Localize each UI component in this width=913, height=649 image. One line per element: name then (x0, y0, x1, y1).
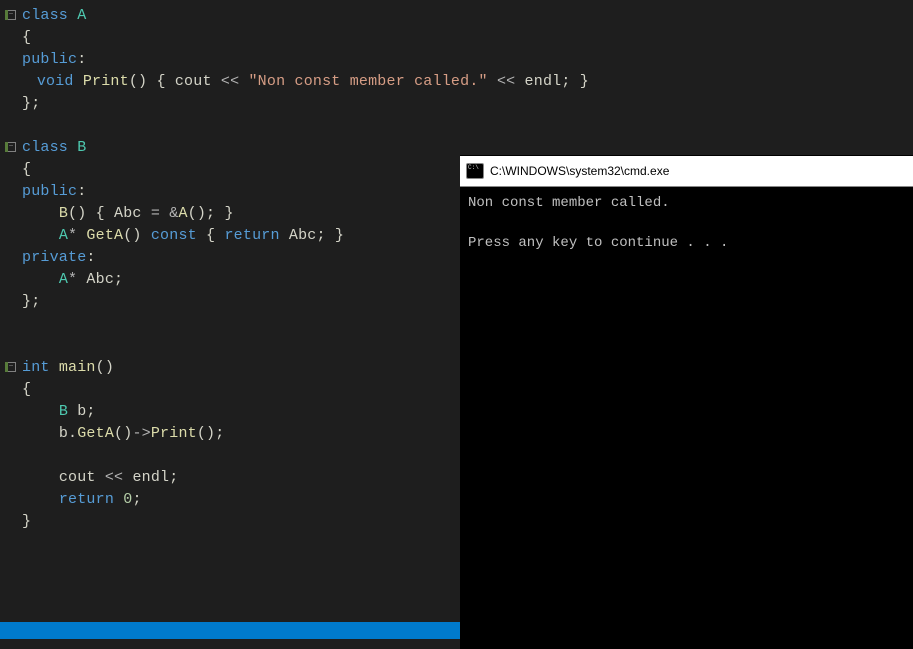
code-line[interactable]: } (0, 510, 460, 532)
gutter: − (0, 10, 22, 20)
cmd-icon (466, 163, 484, 179)
fold-toggle-icon[interactable]: − (6, 10, 16, 20)
code-text[interactable]: A* Abc; (22, 271, 460, 288)
gutter: − (0, 362, 22, 372)
code-line[interactable]: private: (0, 246, 460, 268)
code-text[interactable]: B b; (22, 403, 460, 420)
code-line[interactable]: B() { Abc = &A(); } (0, 202, 460, 224)
code-text[interactable]: void Print() { cout << "Non const member… (0, 73, 589, 90)
code-line[interactable]: void Print() { cout << "Non const member… (0, 70, 460, 92)
code-text[interactable]: private: (22, 249, 460, 266)
code-text[interactable]: }; (22, 293, 460, 310)
code-text[interactable]: int main() (22, 359, 460, 376)
code-line[interactable]: { (0, 158, 460, 180)
console-title-text: C:\WINDOWS\system32\cmd.exe (490, 164, 669, 178)
code-line[interactable] (0, 114, 460, 136)
code-text[interactable]: B() { Abc = &A(); } (22, 205, 460, 222)
code-text[interactable]: { (22, 29, 460, 46)
horizontal-scrollbar-thumb[interactable] (0, 622, 460, 639)
console-output[interactable]: Non const member called. Press any key t… (460, 187, 913, 259)
code-line[interactable]: public: (0, 48, 460, 70)
code-text[interactable]: { (22, 161, 460, 178)
code-line[interactable] (0, 334, 460, 356)
code-text[interactable]: b.GetA()->Print(); (22, 425, 460, 442)
code-line[interactable] (0, 444, 460, 466)
code-line[interactable]: cout << endl; (0, 466, 460, 488)
code-line[interactable]: { (0, 378, 460, 400)
console-titlebar[interactable]: C:\WINDOWS\system32\cmd.exe (460, 156, 913, 187)
code-text[interactable]: public: (22, 51, 460, 68)
code-line[interactable]: −class B (0, 136, 460, 158)
code-text[interactable]: public: (22, 183, 460, 200)
code-text[interactable]: cout << endl; (22, 469, 460, 486)
code-line[interactable]: −int main() (0, 356, 460, 378)
code-editor[interactable]: −class A{public: void Print() { cout << … (0, 0, 460, 649)
code-line[interactable]: }; (0, 290, 460, 312)
code-line[interactable]: A* GetA() const { return Abc; } (0, 224, 460, 246)
code-line[interactable]: A* Abc; (0, 268, 460, 290)
code-line[interactable]: { (0, 26, 460, 48)
code-text[interactable]: return 0; (22, 491, 460, 508)
code-line[interactable] (0, 312, 460, 334)
console-window: C:\WINDOWS\system32\cmd.exe Non const me… (460, 155, 913, 649)
code-line[interactable]: b.GetA()->Print(); (0, 422, 460, 444)
code-line[interactable]: public: (0, 180, 460, 202)
code-line[interactable]: }; (0, 92, 460, 114)
code-text[interactable]: }; (22, 95, 460, 112)
code-line[interactable]: return 0; (0, 488, 460, 510)
code-text[interactable]: } (22, 513, 460, 530)
fold-toggle-icon[interactable]: − (6, 142, 16, 152)
code-text[interactable]: { (22, 381, 460, 398)
code-text[interactable]: class A (22, 7, 460, 24)
fold-toggle-icon[interactable]: − (6, 362, 16, 372)
code-text[interactable]: class B (22, 139, 460, 156)
code-line[interactable]: −class A (0, 4, 460, 26)
code-line[interactable]: B b; (0, 400, 460, 422)
code-text[interactable]: A* GetA() const { return Abc; } (22, 227, 460, 244)
gutter: − (0, 142, 22, 152)
